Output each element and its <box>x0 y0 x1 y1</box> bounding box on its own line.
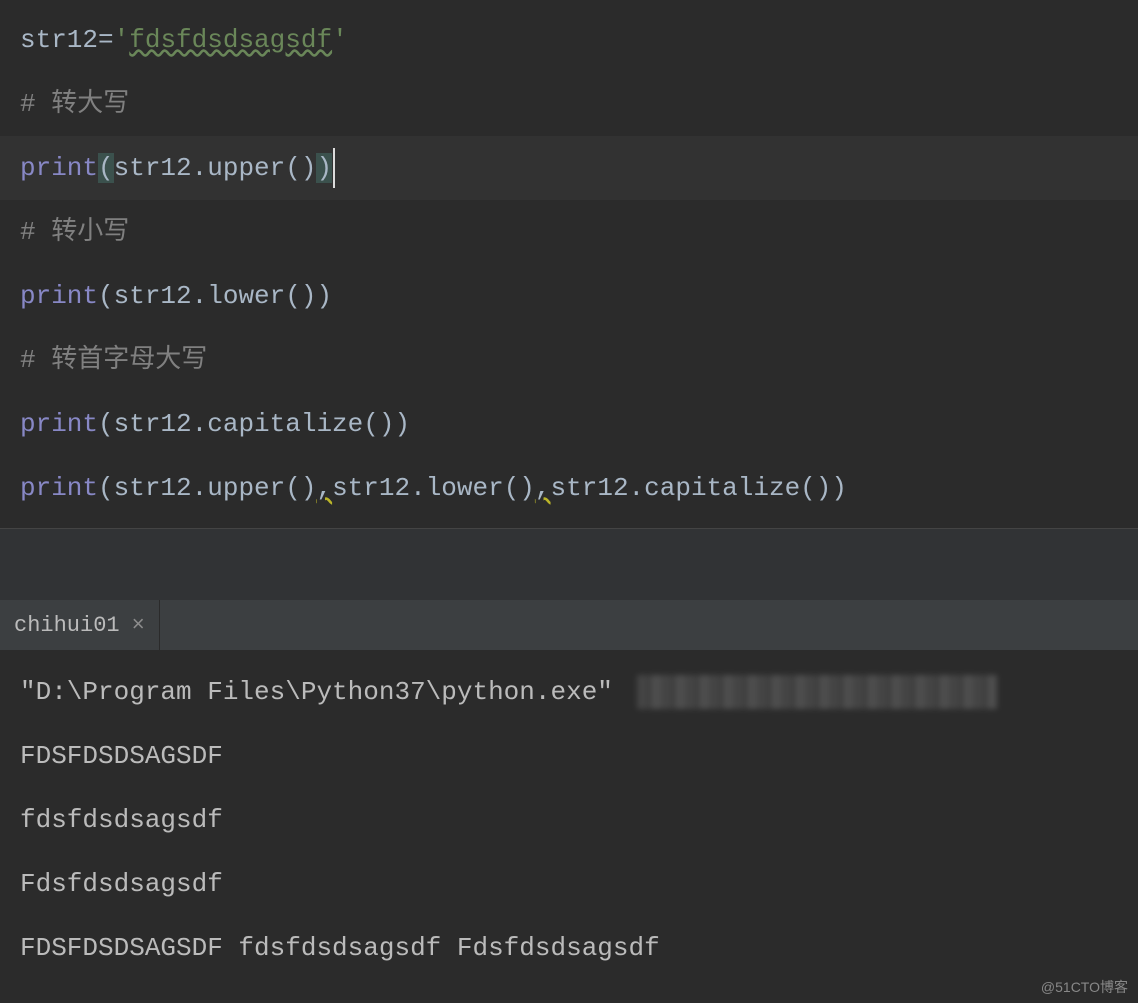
console-output[interactable]: "D:\Program Files\Python37\python.exe" F… <box>0 650 1138 1000</box>
paren-close: ) <box>394 409 410 439</box>
run-tab-label: chihui01 <box>14 613 120 638</box>
console-line: Fdsfdsdsagsdf <box>20 852 1118 916</box>
comment: # 转首字母大写 <box>20 345 207 375</box>
string-literal: fdsfdsdsagsdf <box>129 25 332 55</box>
function-name: print <box>20 473 98 503</box>
function-name: print <box>20 409 98 439</box>
command-text: "D:\Program Files\Python37\python.exe" <box>20 677 629 707</box>
call-arg: str12.capitalize() <box>551 473 832 503</box>
paren-open: ( <box>98 281 114 311</box>
run-tab[interactable]: chihui01 × <box>0 600 160 650</box>
cursor-icon <box>333 148 335 188</box>
call-arg: str12.lower() <box>114 281 317 311</box>
blurred-path <box>637 675 997 709</box>
panel-divider[interactable] <box>0 528 1138 600</box>
paren-open: ( <box>98 409 114 439</box>
function-name: print <box>20 153 98 183</box>
code-line[interactable]: print(str12.upper(),str12.lower(),str12.… <box>0 456 1138 520</box>
comma: , <box>316 473 332 503</box>
code-line[interactable]: # 转首字母大写 <box>0 328 1138 392</box>
console-line: FDSFDSDSAGSDF <box>20 724 1118 788</box>
call-arg: str12.upper() <box>114 473 317 503</box>
watermark: @51CTO博客 <box>1041 977 1128 997</box>
close-icon[interactable]: × <box>132 613 145 638</box>
string-quote: ' <box>332 25 348 55</box>
paren-open: ( <box>98 153 114 183</box>
variable-name: str12 <box>20 25 98 55</box>
code-line[interactable]: print(str12.capitalize()) <box>0 392 1138 456</box>
call-arg: str12.upper() <box>114 153 317 183</box>
run-tabstrip: chihui01 × <box>0 600 1138 650</box>
console-line: fdsfdsdsagsdf <box>20 788 1118 852</box>
equals-op: = <box>98 25 114 55</box>
code-line[interactable]: # 转小写 <box>0 200 1138 264</box>
call-arg: str12.capitalize() <box>114 409 395 439</box>
code-editor[interactable]: str12='fdsfdsdsagsdf' # 转大写 print(str12.… <box>0 0 1138 528</box>
code-line-current[interactable]: print(str12.upper()) <box>0 136 1138 200</box>
comment: # 转大写 <box>20 89 129 119</box>
paren-close: ) <box>831 473 847 503</box>
paren-close: ) <box>316 281 332 311</box>
call-arg: str12.lower() <box>332 473 535 503</box>
code-line[interactable]: # 转大写 <box>0 72 1138 136</box>
console-line: FDSFDSDSAGSDF fdsfdsdsagsdf Fdsfdsdsagsd… <box>20 916 1118 980</box>
string-quote: ' <box>114 25 130 55</box>
comma: , <box>535 473 551 503</box>
console-command-line: "D:\Program Files\Python37\python.exe" <box>20 660 1118 724</box>
function-name: print <box>20 281 98 311</box>
code-line[interactable]: str12='fdsfdsdsagsdf' <box>0 8 1138 72</box>
paren-close: ) <box>316 153 332 183</box>
paren-open: ( <box>98 473 114 503</box>
comment: # 转小写 <box>20 217 129 247</box>
code-line[interactable]: print(str12.lower()) <box>0 264 1138 328</box>
